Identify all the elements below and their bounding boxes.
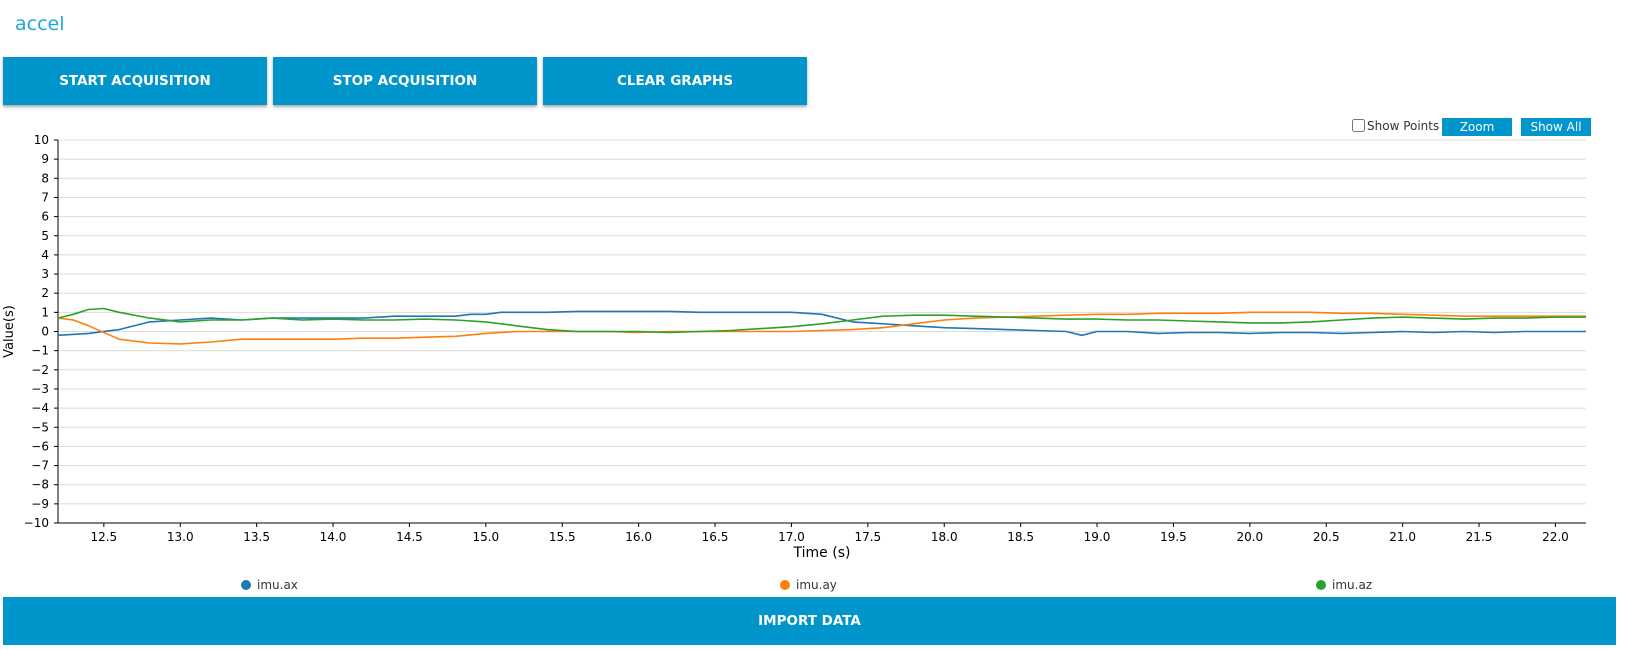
y-tick-label: −9 [31,497,49,511]
x-axis-label: Time (s) [793,545,851,561]
x-tick-label: 16.0 [625,530,652,544]
y-tick-label: 9 [41,152,49,166]
x-tick-label: 13.0 [167,530,194,544]
x-tick-label: 14.5 [396,530,423,544]
x-tick-label: 17.0 [778,530,805,544]
y-tick-label: 3 [41,267,49,281]
y-tick-label: 4 [41,248,49,262]
y-tick-label: 0 [41,325,49,339]
y-tick-label: −4 [31,401,49,415]
x-tick-label: 21.0 [1389,530,1416,544]
series-line-imu-ay [57,311,1586,345]
y-tick-label: −5 [31,420,49,434]
y-tick-label: 6 [41,210,49,224]
x-tick-label: 15.0 [472,530,499,544]
x-tick-label: 15.5 [549,530,576,544]
legend-dot-icon [1316,580,1326,590]
legend-label: imu.az [1332,578,1373,592]
legend-label: imu.ay [796,578,837,592]
legend-dot-icon [780,580,790,590]
x-tick-label: 20.5 [1313,530,1340,544]
y-tick-label: 2 [41,286,49,300]
x-tick-label: 21.5 [1466,530,1493,544]
x-tick-label: 14.0 [320,530,347,544]
x-tick-label: 20.0 [1236,530,1263,544]
y-tick-label: −3 [31,382,49,396]
y-tick-label: −7 [31,459,49,473]
stop-acquisition-button[interactable]: STOP ACQUISITION [273,57,537,105]
chart-series [57,307,1586,345]
chart-grid [58,139,1586,524]
y-tick-label: 7 [41,190,49,204]
y-tick-label: −10 [24,516,49,530]
line-chart[interactable]: 109876543210−1−2−3−4−5−6−7−8−9−1012.5 13.… [0,130,1626,575]
x-tick-label: 16.5 [702,530,729,544]
y-axis-label: Value(s) [2,305,17,358]
x-tick-label: 18.5 [1007,530,1034,544]
y-tick-label: 1 [41,305,49,319]
clear-graphs-button[interactable]: CLEAR GRAPHS [543,57,807,105]
y-tick-label: −8 [31,478,49,492]
x-tick-label: 19.0 [1084,530,1111,544]
y-tick-label: 10 [34,133,49,147]
y-tick-label: 8 [41,171,49,185]
import-data-button[interactable]: IMPORT DATA [3,597,1616,645]
y-tick-label: −6 [31,439,49,453]
legend-label: imu.ax [257,578,298,592]
x-tick-label: 22.0 [1542,530,1569,544]
legend-item-imu-ay[interactable]: imu.ay [780,578,837,592]
y-tick-label: 5 [41,229,49,243]
legend-item-imu-ax[interactable]: imu.ax [241,578,298,592]
y-tick-label: −2 [31,363,49,377]
legend-dot-icon [241,580,251,590]
y-tick-label: −1 [31,344,49,358]
x-tick-label: 19.5 [1160,530,1187,544]
x-tick-label: 13.5 [243,530,270,544]
app-title: accel [15,13,65,35]
start-acquisition-button[interactable]: START ACQUISITION [3,57,267,105]
x-tick-label: 12.5 [90,530,117,544]
x-tick-label: 17.5 [854,530,881,544]
x-tick-label: 18.0 [931,530,958,544]
legend-item-imu-az[interactable]: imu.az [1316,578,1372,592]
